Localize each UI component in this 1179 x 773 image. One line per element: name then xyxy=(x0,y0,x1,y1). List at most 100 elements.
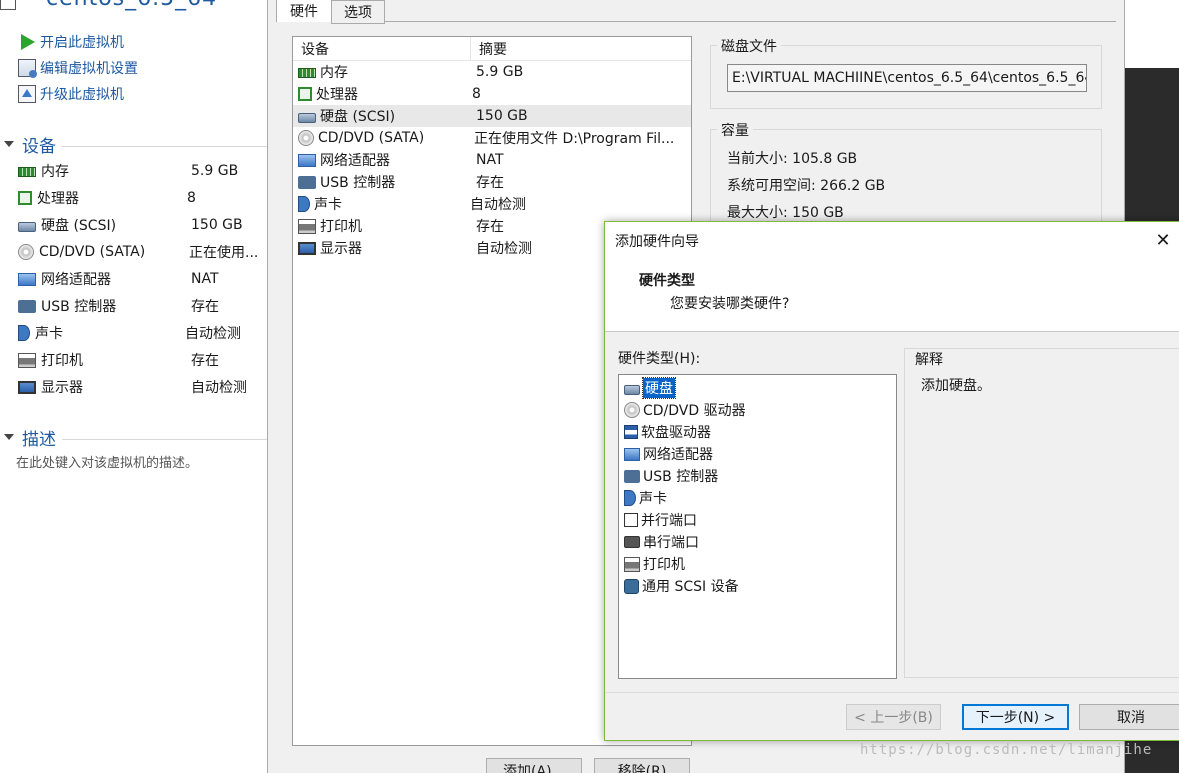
wizard-header: 硬件类型 您要安装哪类硬件? xyxy=(605,260,1179,332)
add-hardware-wizard-dialog: 添加硬件向导 ✕ 硬件类型 您要安装哪类硬件? 硬件类型(H): 硬盘 CD/D… xyxy=(604,221,1179,741)
processor-icon xyxy=(18,191,32,205)
add-hardware-button[interactable]: 添加(A)... xyxy=(486,758,582,773)
column-summary[interactable]: 摘要 xyxy=(471,39,507,59)
back-button[interactable]: < 上一步(B) xyxy=(846,704,941,730)
floppy-icon xyxy=(624,425,638,439)
summary-device-printer[interactable]: 打印机 存在 xyxy=(18,349,267,371)
tab-options[interactable]: 选项 xyxy=(331,0,385,24)
scsi-device-icon xyxy=(624,578,639,594)
tab-hardware[interactable]: 硬件 xyxy=(276,0,332,22)
hard-disk-icon xyxy=(624,385,640,395)
wizard-title: 添加硬件向导 xyxy=(615,234,699,250)
max-size: 最大大小: 150 GB xyxy=(727,205,844,221)
disk-file-path-field[interactable]: E:\VIRTUAL MACHIINE\centos_6.5_64\centos… xyxy=(727,64,1087,92)
hardware-type-label: 硬件类型(H): xyxy=(618,351,701,367)
current-size: 当前大小: 105.8 GB xyxy=(727,151,858,167)
printer-icon xyxy=(624,556,640,572)
capacity-title: 容量 xyxy=(717,120,753,140)
network-adapter-icon xyxy=(298,153,316,167)
edit-vm-settings-label: 编辑虚拟机设置 xyxy=(40,61,138,77)
edit-settings-icon xyxy=(18,59,37,78)
watermark: https://blog.csdn.net/limanjihe xyxy=(860,742,1153,758)
network-adapter-icon xyxy=(18,272,36,286)
column-device[interactable]: 设备 xyxy=(293,37,471,60)
hw-type-network[interactable]: 网络适配器 xyxy=(619,443,896,465)
explanation-title: 解释 xyxy=(911,349,947,369)
summary-device-processor[interactable]: 处理器 8 xyxy=(18,187,267,209)
vm-title: centos_6.5_64 xyxy=(46,0,217,11)
cd-dvd-icon xyxy=(18,244,34,260)
description-section-toggle[interactable]: 描述 xyxy=(0,425,267,450)
device-list-header: 设备 摘要 xyxy=(293,37,691,61)
explanation-group: 解释 添加硬盘。 xyxy=(904,348,1179,678)
hw-type-generic-scsi[interactable]: 通用 SCSI 设备 xyxy=(619,575,896,597)
collapse-triangle-icon xyxy=(4,141,14,147)
processor-icon xyxy=(298,87,312,101)
summary-device-memory[interactable]: 内存 5.9 GB xyxy=(18,160,267,182)
hw-type-usb[interactable]: USB 控制器 xyxy=(619,465,896,487)
wizard-step-title: 硬件类型 xyxy=(639,273,695,289)
device-row-hard-disk[interactable]: 硬盘 (SCSI) 150 GB xyxy=(293,105,691,127)
hw-type-hard-disk[interactable]: 硬盘 xyxy=(619,377,896,399)
devices-section-toggle[interactable]: 设备 xyxy=(0,132,267,157)
disk-file-group: 磁盘文件 E:\VIRTUAL MACHIINE\centos_6.5_64\c… xyxy=(710,36,1102,109)
memory-icon xyxy=(18,167,36,177)
edit-vm-settings-link[interactable]: 编辑虚拟机设置 xyxy=(18,57,138,79)
description-section-title: 描述 xyxy=(22,429,56,450)
hw-type-cd-dvd[interactable]: CD/DVD 驱动器 xyxy=(619,399,896,421)
devices-section-title: 设备 xyxy=(22,136,56,157)
sound-card-icon xyxy=(18,325,30,341)
next-button[interactable]: 下一步(N) > xyxy=(962,704,1069,730)
close-icon[interactable]: ✕ xyxy=(1153,230,1173,251)
serial-port-icon xyxy=(624,536,640,548)
usb-icon xyxy=(18,299,36,313)
sound-card-icon xyxy=(624,490,636,506)
summary-device-usb[interactable]: USB 控制器 存在 xyxy=(18,295,267,317)
hard-disk-icon xyxy=(298,113,316,123)
cancel-button[interactable]: 取消 xyxy=(1079,704,1179,730)
play-icon xyxy=(18,33,36,51)
cd-dvd-icon xyxy=(298,130,314,146)
disk-file-title: 磁盘文件 xyxy=(717,36,781,56)
explanation-text: 添加硬盘。 xyxy=(921,378,991,394)
sound-card-icon xyxy=(298,196,310,212)
wizard-title-bar: 添加硬件向导 xyxy=(605,222,1179,260)
device-row-sound[interactable]: 声卡 自动检测 xyxy=(293,193,691,215)
device-row-usb[interactable]: USB 控制器 存在 xyxy=(293,171,691,193)
display-icon xyxy=(298,241,316,255)
display-icon xyxy=(18,380,36,394)
hw-type-floppy[interactable]: 软盘驱动器 xyxy=(619,421,896,443)
summary-device-network[interactable]: 网络适配器 NAT xyxy=(18,268,267,290)
network-adapter-icon xyxy=(624,447,640,461)
hardware-type-list[interactable]: 硬盘 CD/DVD 驱动器 软盘驱动器 网络适配器 USB 控制器 声卡 并行端… xyxy=(618,374,897,679)
power-on-vm-link[interactable]: 开启此虚拟机 xyxy=(18,31,124,53)
device-row-processor[interactable]: 处理器 8 xyxy=(293,83,691,105)
upgrade-icon xyxy=(18,85,36,103)
upgrade-vm-label: 升级此虚拟机 xyxy=(40,87,124,103)
summary-device-hard-disk[interactable]: 硬盘 (SCSI) 150 GB xyxy=(18,214,267,236)
hw-type-parallel-port[interactable]: 并行端口 xyxy=(619,509,896,531)
remove-hardware-button[interactable]: 移除(R) xyxy=(594,758,690,773)
device-row-cd-dvd[interactable]: CD/DVD (SATA) 正在使用文件 D:\Program Fil... xyxy=(293,127,691,149)
printer-icon xyxy=(18,352,36,368)
summary-device-sound[interactable]: 声卡 自动检测 xyxy=(18,322,267,344)
power-on-vm-label: 开启此虚拟机 xyxy=(40,35,124,51)
vm-summary-panel: centos_6.5_64 开启此虚拟机 编辑虚拟机设置 升级此虚拟机 设备 内… xyxy=(0,0,267,773)
hw-type-printer[interactable]: 打印机 xyxy=(619,553,896,575)
collapse-triangle-icon xyxy=(4,434,14,440)
printer-icon xyxy=(298,218,316,234)
available-space: 系统可用空间: 266.2 GB xyxy=(727,178,886,194)
hw-type-sound[interactable]: 声卡 xyxy=(619,487,896,509)
description-placeholder[interactable]: 在此处键入对该虚拟机的描述。 xyxy=(16,452,198,471)
device-row-memory[interactable]: 内存 5.9 GB xyxy=(293,61,691,83)
hw-type-serial-port[interactable]: 串行端口 xyxy=(619,531,896,553)
hard-disk-icon xyxy=(18,222,36,232)
wizard-step-subtitle: 您要安装哪类硬件? xyxy=(670,296,790,312)
usb-icon xyxy=(298,175,316,189)
memory-icon xyxy=(298,68,316,78)
usb-icon xyxy=(624,469,640,483)
summary-device-display[interactable]: 显示器 自动检测 xyxy=(18,376,267,398)
device-row-network[interactable]: 网络适配器 NAT xyxy=(293,149,691,171)
summary-device-cd-dvd[interactable]: CD/DVD (SATA) 正在使用... xyxy=(18,241,267,263)
upgrade-vm-link[interactable]: 升级此虚拟机 xyxy=(18,83,124,105)
